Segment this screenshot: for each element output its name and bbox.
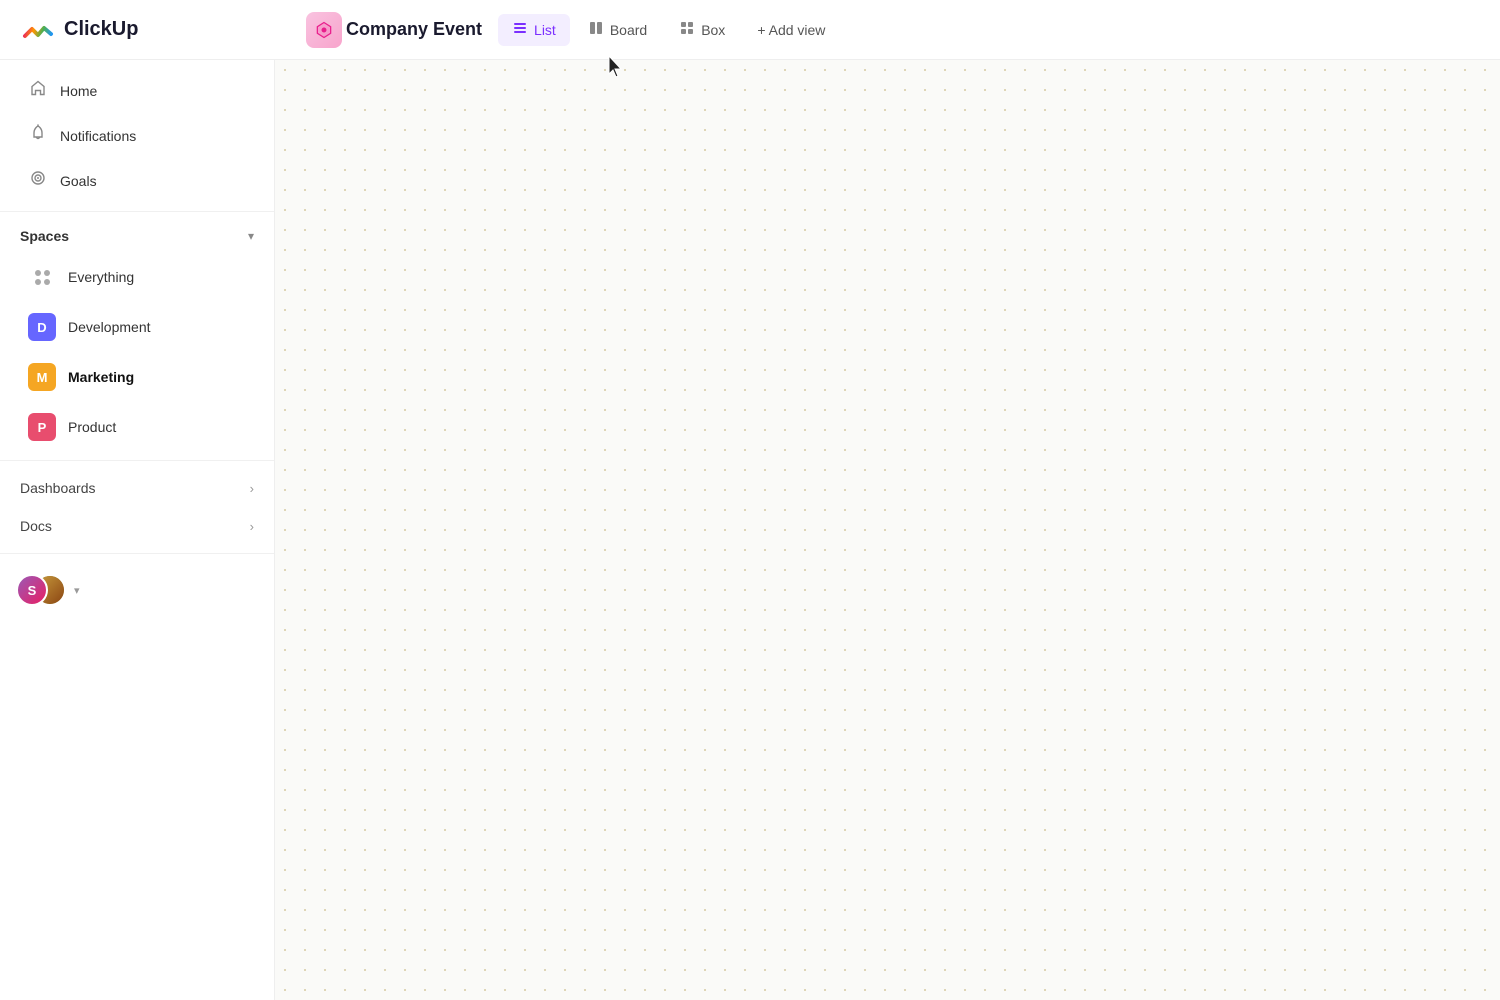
user-chevron-icon: ▾	[74, 584, 80, 597]
logo[interactable]: ClickUp	[20, 12, 290, 48]
dashboards-chevron-icon: ›	[250, 481, 254, 496]
development-badge-letter: D	[37, 320, 46, 335]
sidebar-item-goals[interactable]: Goals	[8, 159, 266, 202]
product-label: Product	[68, 419, 116, 435]
sidebar-item-development[interactable]: D Development	[8, 303, 266, 351]
header-nav: Company Event List Board	[306, 12, 839, 48]
sidebar-item-product[interactable]: P Product	[8, 403, 266, 451]
marketing-badge-letter: M	[37, 370, 48, 385]
product-badge-letter: P	[38, 420, 47, 435]
sidebar-item-dashboards[interactable]: Dashboards ›	[0, 470, 274, 506]
box-tab-icon	[679, 20, 695, 40]
board-tab-icon	[588, 20, 604, 40]
space-title: Company Event	[346, 19, 482, 40]
space-icon	[306, 12, 342, 48]
docs-chevron-icon: ›	[250, 519, 254, 534]
clickup-logo-icon	[20, 12, 56, 48]
sidebar-divider-2	[0, 460, 274, 461]
notifications-icon	[28, 124, 48, 147]
user-initial: S	[28, 583, 37, 598]
dashboards-left: Dashboards	[20, 480, 96, 496]
tab-box[interactable]: Box	[665, 14, 739, 46]
sidebar-divider-3	[0, 553, 274, 554]
marketing-badge: M	[28, 363, 56, 391]
add-view-button[interactable]: + Add view	[743, 16, 839, 44]
tab-list[interactable]: List	[498, 14, 570, 46]
tab-box-label: Box	[701, 22, 725, 38]
tab-list-label: List	[534, 22, 556, 38]
sidebar-item-notifications[interactable]: Notifications	[8, 114, 266, 157]
sidebar-item-everything[interactable]: Everything	[8, 253, 266, 301]
goals-icon	[28, 169, 48, 192]
home-label: Home	[60, 83, 97, 99]
main-layout: Home Notifications Goals	[0, 60, 1500, 1000]
tab-board[interactable]: Board	[574, 14, 661, 46]
spaces-section-header[interactable]: Spaces ▾	[0, 220, 274, 252]
avatar-stack: S	[16, 572, 68, 608]
goals-label: Goals	[60, 173, 97, 189]
development-badge: D	[28, 313, 56, 341]
docs-left: Docs	[20, 518, 52, 534]
spaces-chevron-icon: ▾	[248, 229, 254, 243]
everything-dots-icon	[28, 263, 56, 291]
docs-label: Docs	[20, 518, 52, 534]
development-label: Development	[68, 319, 151, 335]
spaces-label: Spaces	[20, 228, 69, 244]
add-view-label: + Add view	[757, 22, 825, 38]
sidebar-item-home[interactable]: Home	[8, 69, 266, 112]
marketing-label: Marketing	[68, 369, 134, 385]
sidebar-item-marketing[interactable]: M Marketing	[8, 353, 266, 401]
dashboards-label: Dashboards	[20, 480, 96, 496]
user-area[interactable]: S ▾	[0, 562, 274, 618]
list-tab-icon	[512, 20, 528, 40]
product-badge: P	[28, 413, 56, 441]
everything-label: Everything	[68, 269, 134, 285]
logo-text: ClickUp	[64, 18, 138, 41]
sidebar: Home Notifications Goals	[0, 60, 275, 1000]
notifications-label: Notifications	[60, 128, 136, 144]
home-icon	[28, 79, 48, 102]
main-content	[275, 60, 1500, 1000]
sidebar-divider-1	[0, 211, 274, 212]
sidebar-item-docs[interactable]: Docs ›	[0, 508, 274, 544]
tab-board-label: Board	[610, 22, 647, 38]
user-avatar-primary: S	[16, 574, 48, 606]
